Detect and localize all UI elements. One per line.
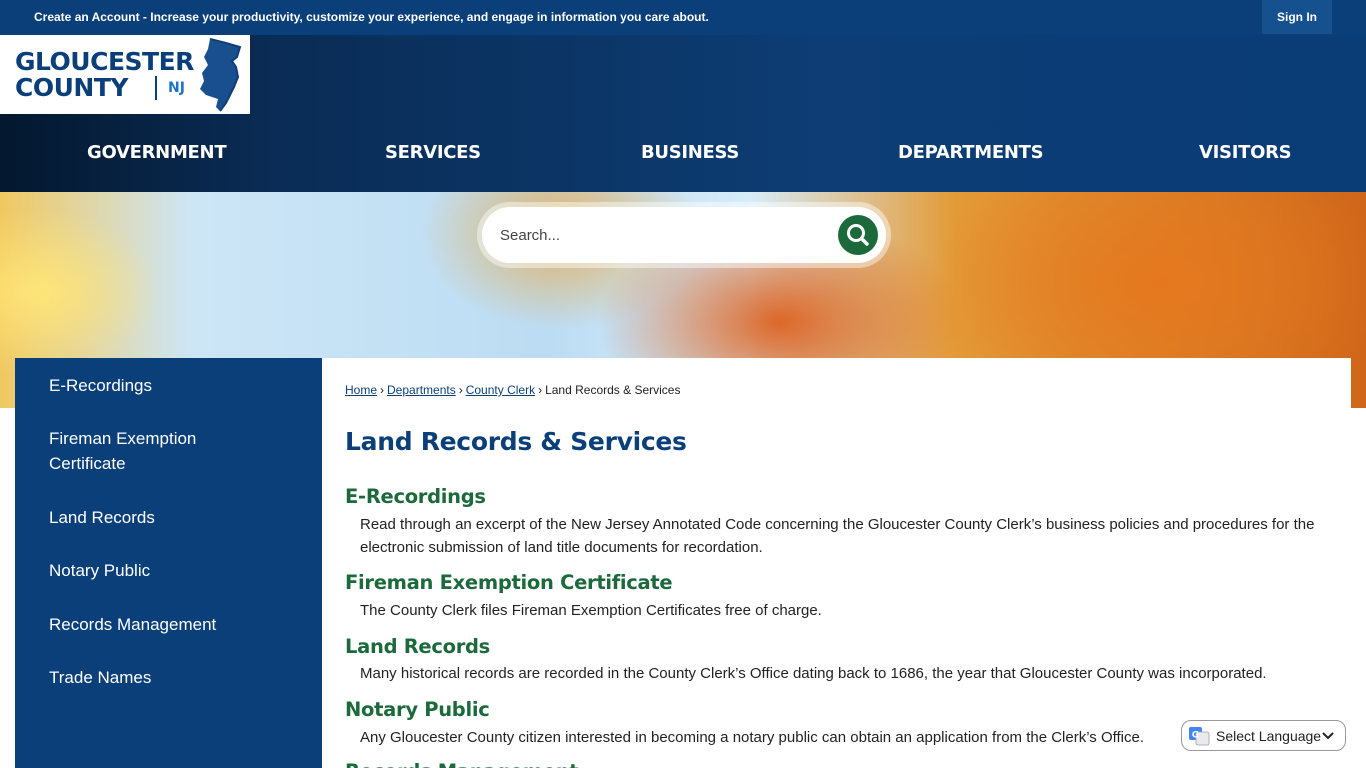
- section-title-notary-public[interactable]: Notary Public: [345, 698, 490, 721]
- create-account-link[interactable]: Create an Account: [34, 10, 140, 24]
- section-title-records-management[interactable]: Records Management: [345, 760, 579, 768]
- sidebar-item-e-recordings[interactable]: E-Recordings: [49, 373, 299, 398]
- breadcrumb-county-clerk[interactable]: County Clerk: [466, 383, 535, 397]
- section-desc-land-records: Many historical records are recorded in …: [360, 665, 1267, 682]
- breadcrumb-current: Land Records & Services: [545, 383, 681, 397]
- nav-government[interactable]: GOVERNMENT: [87, 142, 227, 163]
- google-translate-icon: G: [1189, 726, 1210, 745]
- sign-in-button[interactable]: Sign In: [1262, 0, 1332, 34]
- logo-line-1: GLOUCESTER: [15, 47, 194, 76]
- nav-business[interactable]: BUSINESS: [641, 142, 739, 163]
- sidebar-item-fireman-exemption[interactable]: Fireman Exemption Certificate: [49, 426, 224, 476]
- main-navigation: GOVERNMENT SERVICES BUSINESS DEPARTMENTS…: [0, 114, 1366, 192]
- page-title: Land Records & Services: [345, 427, 687, 456]
- main-content: Home › Departments › County Clerk › Land Recor…: [322, 358, 1351, 768]
- new-jersey-map-icon: [200, 38, 242, 112]
- sidebar-navigation: E-Recordings Fireman Exemption Certifica…: [15, 358, 322, 768]
- sidebar-item-land-records[interactable]: Land Records: [49, 505, 299, 530]
- breadcrumb-separator: ›: [458, 383, 463, 397]
- breadcrumb-departments[interactable]: Departments: [387, 383, 456, 397]
- language-select-label: Select Language: [1216, 727, 1322, 744]
- breadcrumb-separator: ›: [538, 383, 543, 397]
- top-bar: Create an Account - Increase your produc…: [0, 0, 1366, 35]
- site-logo[interactable]: GLOUCESTER COUNTY NJ: [0, 35, 250, 114]
- breadcrumb-home[interactable]: Home: [345, 383, 377, 397]
- logo-divider: [155, 76, 157, 100]
- section-title-land-records[interactable]: Land Records: [345, 635, 490, 658]
- create-account-text: - Increase your productivity, customize …: [139, 10, 709, 24]
- nav-services[interactable]: SERVICES: [385, 142, 481, 163]
- svg-text:G: G: [1192, 730, 1199, 740]
- search-icon: [847, 224, 869, 246]
- logo-line-2: COUNTY: [15, 73, 128, 102]
- language-select[interactable]: G Select Language: [1181, 720, 1346, 751]
- section-desc-e-recordings: Read through an excerpt of the New Jerse…: [360, 516, 1315, 556]
- sidebar-item-trade-names[interactable]: Trade Names: [49, 665, 299, 690]
- sidebar-item-notary-public[interactable]: Notary Public: [49, 558, 299, 583]
- section-desc-fireman-exemption: The County Clerk files Fireman Exemption…: [360, 602, 822, 619]
- create-account-message[interactable]: Create an Account - Increase your produc…: [34, 10, 709, 24]
- logo-state: NJ: [168, 80, 185, 96]
- search-button[interactable]: [838, 215, 878, 255]
- search-bar: [482, 207, 886, 263]
- nav-visitors[interactable]: VISITORS: [1199, 142, 1292, 163]
- breadcrumb-separator: ›: [380, 383, 385, 397]
- search-input[interactable]: [500, 223, 820, 247]
- site-header: GLOUCESTER COUNTY NJ GOVERNMENT SERVICES…: [0, 35, 1366, 192]
- section-title-fireman-exemption[interactable]: Fireman Exemption Certificate: [345, 571, 673, 594]
- nav-departments[interactable]: DEPARTMENTS: [898, 142, 1044, 163]
- breadcrumb: Home › Departments › County Clerk › Land Recor…: [345, 383, 680, 397]
- sidebar-item-records-management[interactable]: Records Management: [49, 612, 299, 637]
- section-title-e-recordings[interactable]: E-Recordings: [345, 485, 486, 508]
- chevron-down-icon: [1322, 732, 1334, 740]
